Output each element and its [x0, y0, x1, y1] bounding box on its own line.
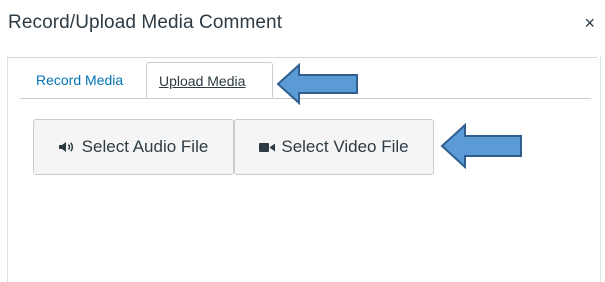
- close-button[interactable]: ×: [584, 12, 595, 34]
- tab-upload-media-label: Upload Media: [159, 73, 246, 89]
- left-arrow-callout-icon: [440, 122, 524, 174]
- select-audio-file-button[interactable]: Select Audio File: [33, 119, 234, 175]
- select-audio-file-label: Select Audio File: [81, 137, 209, 156]
- dialog-title: Record/Upload Media Comment: [8, 12, 283, 33]
- tab-record-media-label: Record Media: [36, 72, 124, 88]
- media-comment-dialog: Record/Upload Media Comment × Record Med…: [0, 0, 605, 282]
- tab-record-media[interactable]: Record Media: [24, 62, 135, 98]
- video-camera-icon: [259, 142, 276, 153]
- speaker-icon: [58, 141, 76, 153]
- left-arrow-callout-icon: [276, 62, 360, 110]
- select-video-file-button[interactable]: Select Video File: [234, 119, 434, 175]
- select-video-file-label: Select Video File: [281, 137, 409, 156]
- tab-upload-media[interactable]: Upload Media: [146, 62, 273, 98]
